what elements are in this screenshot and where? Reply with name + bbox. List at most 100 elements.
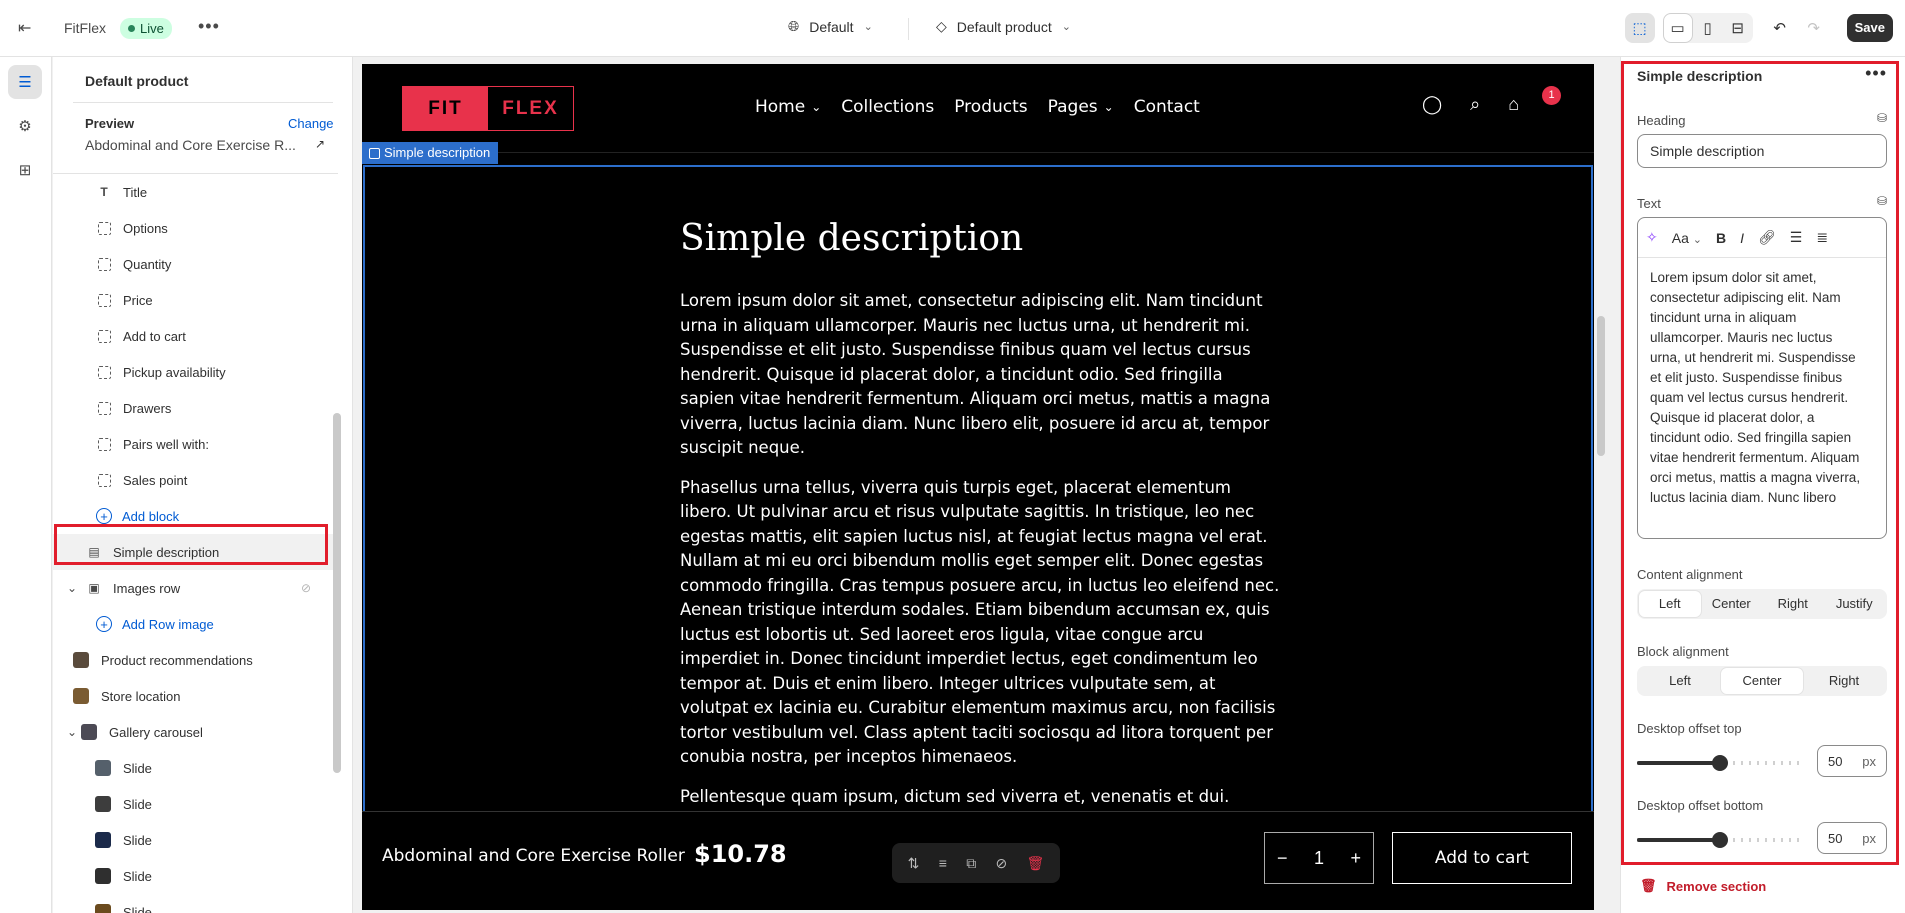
inspector-icon[interactable]: ⬚ [1624, 13, 1655, 43]
template-selector[interactable]: ◇ Default product ⌄ [936, 18, 1071, 35]
slide-thumbnail [95, 868, 111, 884]
tree-item-price[interactable]: Price [53, 282, 333, 318]
tree-item-product-recommendations[interactable]: Product recommendations [53, 642, 333, 678]
chevron-down-icon[interactable]: ⌄ [63, 723, 81, 741]
tree-item-slide[interactable]: Slide [53, 894, 333, 913]
panel-scrollbar[interactable] [331, 173, 343, 913]
plus-button[interactable]: + [1350, 848, 1361, 869]
duplicate-icon[interactable]: ⧉ [966, 855, 976, 872]
divider [73, 102, 333, 103]
tree-item-label: Gallery carousel [109, 724, 203, 740]
section-thumbnail [81, 724, 97, 740]
tree-item-slide[interactable]: Slide [53, 786, 333, 822]
tree-item-pairs[interactable]: Pairs well with: [53, 426, 333, 462]
gear-icon[interactable]: ⚙︎ [8, 109, 42, 143]
section-thumbnail [73, 688, 89, 704]
product-price: $10.78 [694, 840, 787, 868]
tree-item-label: Add Row image [122, 616, 214, 632]
tree-item-label: Images row [113, 580, 181, 596]
section-tag[interactable]: Simple description [362, 142, 499, 164]
desktop-icon[interactable]: ▭ [1662, 13, 1693, 43]
add-to-cart-button[interactable]: Add to cart [1392, 832, 1572, 884]
tree-item-pickup[interactable]: Pickup availability [53, 354, 333, 390]
tree-item-slide[interactable]: Slide [53, 750, 333, 786]
more-icon[interactable]: ••• [198, 16, 220, 37]
scrollbar-thumb[interactable] [333, 413, 341, 773]
delete-icon[interactable]: 🗑︎ [1027, 855, 1045, 872]
search-icon[interactable]: ⌕ [1470, 94, 1480, 115]
slide-thumbnail [95, 832, 111, 848]
chevron-down-icon: ⌄ [1103, 100, 1114, 114]
tree-item-images-row[interactable]: ⌄ ▣ Images row ⊘ [53, 570, 333, 606]
tree-item-label: Slide [123, 868, 152, 884]
minus-button[interactable]: − [1277, 848, 1288, 869]
sticky-add-to-cart-bar: Abdominal and Core Exercise Roller $10.7… [362, 811, 1594, 910]
nav-item-products[interactable]: Products [954, 97, 1027, 117]
tree-item-label: Slide [123, 796, 152, 812]
paragraph: Phasellus urna tellus, viverra quis turp… [680, 477, 1280, 767]
tree-item-quantity[interactable]: Quantity [53, 246, 333, 282]
slide-thumbnail [95, 760, 111, 776]
mobile-icon[interactable]: ▯ [1693, 13, 1723, 43]
account-icon[interactable]: ◯ [1422, 94, 1442, 115]
nav-item-collections[interactable]: Collections [841, 97, 934, 117]
nav-item-contact[interactable]: Contact [1134, 97, 1200, 117]
redo-icon[interactable]: ↷ [1799, 13, 1829, 43]
panel-title: Default product [85, 73, 189, 89]
chevron-down-icon[interactable]: ⌄ [63, 579, 81, 597]
block-icon [95, 363, 113, 381]
plus-icon: + [96, 508, 112, 524]
tree-item-slide[interactable]: Slide [53, 858, 333, 894]
nav-item-home[interactable]: Home ⌄ [755, 97, 821, 117]
eye-off-icon[interactable]: ⊘ [301, 581, 311, 595]
tree-item-gallery-carousel[interactable]: ⌄ Gallery carousel [53, 714, 333, 750]
hide-icon[interactable]: ⊘ [996, 855, 1008, 872]
template-label: Default product [956, 18, 1052, 35]
tree-item-options[interactable]: Options [53, 210, 333, 246]
move-down-icon[interactable]: ≡ [939, 855, 947, 871]
sections-icon[interactable]: ☰ [8, 65, 42, 99]
tree-item-sales-point[interactable]: Sales point [53, 462, 333, 498]
undo-icon[interactable]: ↶ [1765, 13, 1795, 43]
tree-item-drawers[interactable]: Drawers [53, 390, 333, 426]
chevron-down-icon: ⌄ [863, 21, 873, 33]
tree-item-label: Quantity [123, 256, 172, 272]
nav-label: Pages [1047, 97, 1098, 117]
block-icon [95, 327, 113, 345]
quantity-value[interactable]: 1 [1314, 848, 1324, 869]
product-name: Abdominal and Core Exercise Roller [382, 846, 685, 866]
tree-item-label: Pairs well with: [123, 436, 209, 452]
external-link-icon[interactable]: ↗ [315, 137, 325, 151]
save-button[interactable]: Save [1846, 14, 1893, 42]
add-row-image-button[interactable]: + Add Row image [53, 606, 333, 642]
block-icon [95, 471, 113, 489]
fullwidth-icon[interactable]: ⊟ [1723, 13, 1753, 43]
tree-item-title[interactable]: T Title [53, 174, 333, 210]
icon-rail: ☰ ⚙︎ ⊞ [0, 57, 52, 913]
trash-icon: 🗑︎ [1640, 878, 1657, 893]
tree-item-store-location[interactable]: Store location [53, 678, 333, 714]
canvas-scrollbar[interactable] [1595, 64, 1607, 910]
tree-item-add-to-cart[interactable]: Add to cart [53, 318, 333, 354]
logo[interactable]: FIT FLEX [402, 86, 574, 131]
paragraph: Pellentesque quam ipsum, dictum sed vive… [680, 786, 1230, 806]
tree-item-label: Title [123, 184, 148, 200]
tree-item-label: Pickup availability [123, 364, 226, 380]
theme-selector[interactable]: 🌐︎ Default ⌄ [788, 18, 873, 35]
nav-item-pages[interactable]: Pages ⌄ [1048, 97, 1114, 117]
scrollbar-thumb[interactable] [1597, 316, 1605, 456]
section-heading: Simple description [680, 218, 1024, 259]
cart-icon[interactable]: ⌂ [1508, 94, 1519, 115]
change-link[interactable]: Change [288, 116, 334, 131]
move-up-icon[interactable]: ⇅ [908, 855, 920, 872]
theme-label: Default [809, 18, 854, 35]
remove-section-button[interactable]: 🗑︎ Remove section [1640, 878, 1766, 894]
settings-highlight [1621, 61, 1899, 865]
apps-icon[interactable]: ⊞ [8, 153, 42, 187]
exit-icon[interactable]: ⇤ [18, 18, 38, 38]
plus-icon: + [96, 616, 112, 632]
block-icon [95, 291, 113, 309]
chevron-down-icon: ⌄ [1061, 21, 1071, 33]
tree-item-slide[interactable]: Slide [53, 822, 333, 858]
logo-part: FIT [403, 87, 488, 130]
